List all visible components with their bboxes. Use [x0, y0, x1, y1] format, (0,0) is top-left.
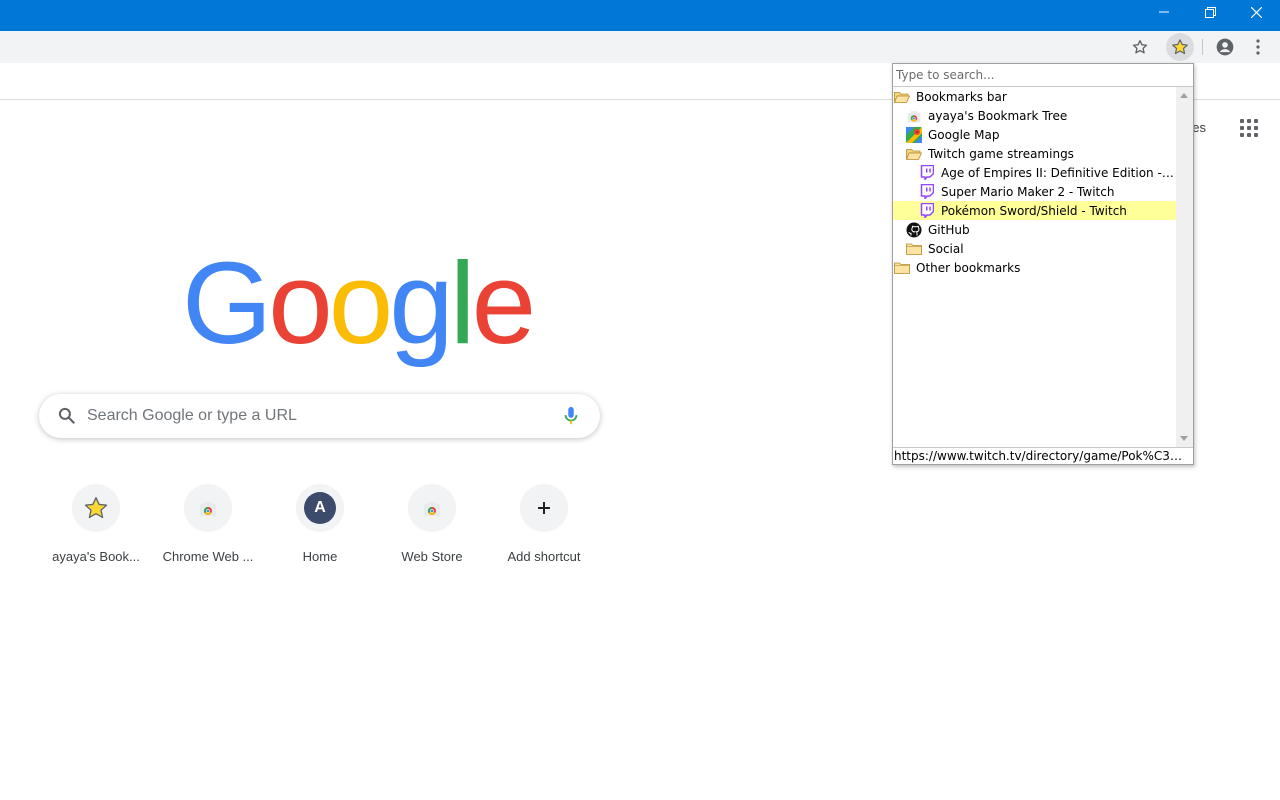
bookmark-item-row[interactable]: Age of Empires II: Definitive Edition - …	[893, 163, 1176, 182]
close-button[interactable]	[1233, 0, 1279, 24]
shortcut-label: Chrome Web ...	[158, 549, 258, 564]
apps-grid-icon[interactable]	[1240, 119, 1258, 137]
logo-letter: g	[389, 248, 450, 358]
minimize-icon	[1159, 7, 1169, 17]
bookmark-folder-row[interactable]: Twitch game streamings	[893, 144, 1176, 163]
shortcut-label: Add shortcut	[494, 549, 594, 564]
search-box[interactable]	[39, 394, 600, 438]
folder-icon	[906, 241, 922, 257]
logo-letter: e	[472, 248, 533, 358]
minimize-button[interactable]	[1141, 0, 1187, 24]
bookmark-label: Bookmarks bar	[916, 90, 1007, 104]
bookmark-label: Other bookmarks	[916, 261, 1020, 275]
account-icon	[1215, 37, 1235, 57]
bookmark-label: Age of Empires II: Definitive Edition - …	[941, 166, 1176, 180]
bookmark-item-row[interactable]: GitHub	[893, 220, 1176, 239]
profile-button[interactable]	[1213, 35, 1237, 59]
bookmark-label: Google Map	[928, 128, 999, 142]
twitch-icon	[919, 203, 935, 219]
shortcut-tile: A	[296, 484, 344, 532]
logo-letter: o	[329, 248, 390, 358]
restore-button[interactable]	[1187, 0, 1233, 24]
web-store-icon	[422, 498, 442, 518]
logo-letter: l	[450, 248, 472, 358]
bookmark-tree: Bookmarks bar ayaya's Bookmark Tree Google…	[893, 87, 1176, 447]
bookmark-tree-popup: Bookmarks bar ayaya's Bookmark Tree Google…	[892, 63, 1194, 465]
bookmark-label: Super Mario Maker 2 - Twitch	[941, 185, 1114, 199]
bookmark-folder-row[interactable]: Other bookmarks	[893, 258, 1176, 277]
search-icon	[57, 406, 77, 426]
star-icon	[1132, 39, 1148, 55]
bookmark-label: Social	[928, 242, 964, 256]
search-input[interactable]	[85, 404, 545, 428]
chrome-menu-button[interactable]	[1246, 35, 1270, 59]
bookmark-label: GitHub	[928, 223, 970, 237]
logo-letter: o	[268, 248, 329, 358]
close-icon	[1251, 7, 1262, 18]
logo-letter: G	[182, 248, 268, 358]
folder-open-icon	[906, 146, 922, 162]
shortcut-label: ayaya's Book...	[46, 549, 146, 564]
toolbar-divider	[1202, 39, 1203, 55]
shortcut-tile	[72, 484, 120, 532]
shortcut-tile	[408, 484, 456, 532]
bookmark-url-status: https://www.twitch.tv/directory/game/Pok…	[893, 447, 1193, 464]
bookmark-item-row[interactable]: Super Mario Maker 2 - Twitch	[893, 182, 1176, 201]
shortcut-label: Web Store	[382, 549, 482, 564]
bookmark-extension-button[interactable]	[1166, 33, 1194, 61]
bookmark-folder-row[interactable]: Social	[893, 239, 1176, 258]
twitch-icon	[919, 165, 935, 181]
bookmark-search-input[interactable]	[893, 64, 1193, 87]
shortcut-chrome-web-store[interactable]: Chrome Web ...	[152, 484, 264, 580]
avatar: A	[304, 492, 336, 524]
window-titlebar	[0, 0, 1280, 31]
scroll-down-icon[interactable]	[1180, 436, 1188, 441]
shortcut-home[interactable]: A Home	[264, 484, 376, 580]
web-store-icon	[906, 108, 922, 124]
tree-scrollbar[interactable]	[1176, 87, 1193, 447]
shortcut-tile	[520, 484, 568, 532]
bookmark-folder-row[interactable]: Bookmarks bar	[893, 87, 1176, 106]
bookmark-label: Pokémon Sword/Shield - Twitch	[941, 204, 1127, 218]
microphone-icon[interactable]	[563, 406, 579, 426]
bookmark-item-row[interactable]: Pokémon Sword/Shield - Twitch	[893, 201, 1176, 220]
web-store-icon	[198, 498, 218, 518]
bookmark-label: Twitch game streamings	[928, 147, 1074, 161]
bookmark-star-button[interactable]	[1128, 35, 1152, 59]
google-maps-icon	[906, 127, 922, 143]
github-icon	[906, 222, 922, 238]
folder-open-icon	[894, 89, 910, 105]
scroll-up-icon[interactable]	[1180, 93, 1188, 98]
twitch-icon	[919, 184, 935, 200]
menu-icon	[1256, 39, 1260, 55]
star-icon	[83, 495, 109, 521]
browser-toolbar	[0, 31, 1280, 63]
shortcut-label: Home	[270, 549, 370, 564]
restore-icon	[1205, 7, 1216, 18]
bookmark-item-row[interactable]: ayaya's Bookmark Tree	[893, 106, 1176, 125]
bookmark-extension-icon	[1171, 38, 1189, 56]
shortcut-ayaya-bookmark[interactable]: ayaya's Book...	[40, 484, 152, 580]
bookmark-label: ayaya's Bookmark Tree	[928, 109, 1067, 123]
shortcut-web-store[interactable]: Web Store	[376, 484, 488, 580]
shortcut-tile	[184, 484, 232, 532]
google-logo: Google	[182, 248, 532, 358]
add-shortcut-button[interactable]: Add shortcut	[488, 484, 600, 580]
bookmark-item-row[interactable]: Google Map	[893, 125, 1176, 144]
folder-icon	[894, 260, 910, 276]
plus-icon	[537, 501, 551, 515]
